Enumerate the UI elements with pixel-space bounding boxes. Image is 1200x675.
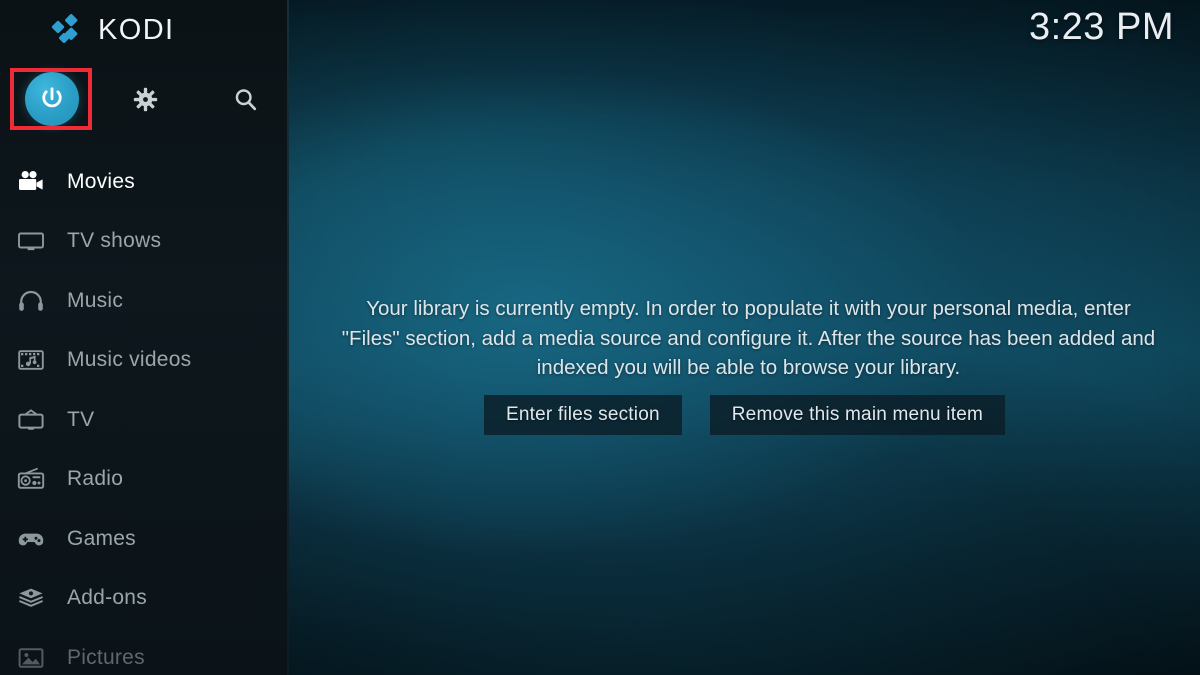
film-music-icon — [14, 345, 48, 375]
sidebar-item-music-videos[interactable]: Music videos — [0, 331, 289, 391]
enter-files-section-button[interactable]: Enter files section — [483, 395, 682, 435]
sidebar-item-label: Radio — [67, 467, 124, 491]
sidebar-item-label: Music — [67, 288, 124, 312]
power-icon — [42, 87, 62, 108]
sidebar-item-label: Pictures — [67, 645, 145, 669]
search-button[interactable] — [214, 68, 276, 130]
sidebar-item-tv-shows[interactable]: TV shows — [0, 212, 289, 272]
action-button-row: Enter files section Remove this main men… — [289, 395, 1200, 435]
radio-icon — [14, 464, 48, 494]
search-icon — [235, 88, 256, 110]
gear-icon — [133, 87, 157, 111]
sidebar-menu: Movies TV shows Music Music videos TV Ra… — [0, 152, 289, 675]
sidebar-item-pictures[interactable]: Pictures — [0, 628, 289, 675]
power-button[interactable] — [21, 68, 83, 130]
sidebar-item-label: Movies — [67, 169, 136, 193]
sidebar-item-tv[interactable]: TV — [0, 390, 289, 450]
movie-camera-icon — [14, 167, 48, 197]
kodi-home-screen: 3:23 PM Your library is currently empty.… — [0, 0, 1200, 675]
sidebar-top-buttons — [0, 68, 289, 130]
remove-main-menu-item-button[interactable]: Remove this main menu item — [709, 395, 1005, 435]
sidebar-item-label: TV shows — [67, 229, 162, 253]
brand-title: KODI — [98, 14, 175, 46]
sidebar-item-music[interactable]: Music — [0, 271, 289, 331]
brand: KODI — [50, 12, 175, 48]
retro-tv-icon — [14, 405, 48, 435]
sidebar-item-add-ons[interactable]: Add-ons — [0, 569, 289, 629]
sidebar-item-label: Add-ons — [67, 586, 147, 610]
sidebar-item-label: Music videos — [67, 348, 192, 372]
sidebar-item-label: Games — [67, 526, 136, 550]
empty-library-message: Your library is currently empty. In orde… — [341, 297, 1156, 379]
television-icon — [14, 226, 48, 256]
settings-button[interactable] — [114, 68, 176, 130]
package-box-icon — [14, 583, 48, 613]
sidebar-item-games[interactable]: Games — [0, 509, 289, 569]
sidebar-item-label: TV — [67, 407, 95, 431]
sidebar-item-radio[interactable]: Radio — [0, 450, 289, 510]
main-content: Your library is currently empty. In orde… — [289, 0, 1200, 675]
headphones-icon — [14, 286, 48, 316]
sidebar: KODI Movies TV shows Music Music videos … — [0, 0, 289, 675]
gamepad-icon — [14, 524, 48, 554]
power-button-disc — [25, 72, 79, 126]
kodi-diamond-logo-icon — [50, 12, 86, 48]
sidebar-item-movies[interactable]: Movies — [0, 152, 289, 212]
picture-icon — [14, 643, 48, 673]
